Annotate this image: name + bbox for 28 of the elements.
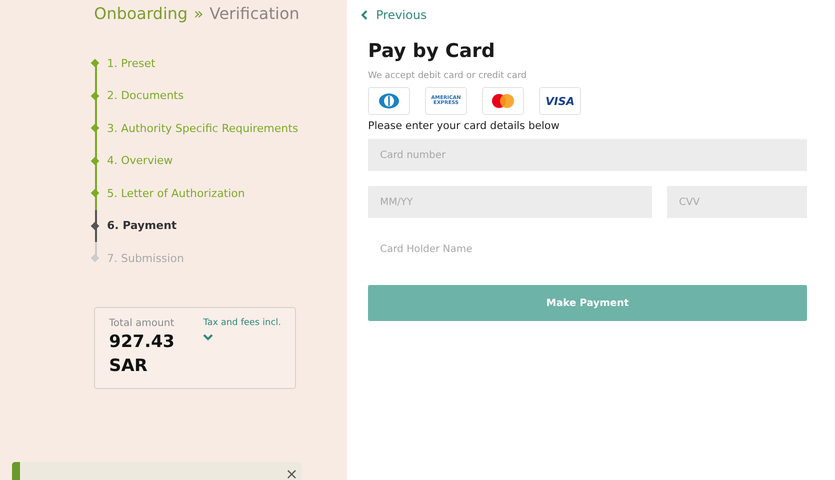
chevron-left-icon [361,10,368,20]
subtitle: We accept debit card or credit card [368,71,528,81]
currency-label: SAR [109,354,148,377]
step-label: 4. Overview [107,154,173,168]
input-field[interactable]: Card number [368,139,807,171]
step-label: 1. Preset [107,56,156,70]
page-title: Pay by Card [368,40,496,62]
breadcrumb-separator: » [194,4,204,23]
close-button[interactable]: × [285,465,298,480]
card-brand-icon [482,87,524,115]
step-label: 6. Payment [107,219,177,232]
input-field[interactable]: CVV [667,186,807,218]
step-label: 7. Submission [107,252,184,265]
card-brand-icon [368,87,410,115]
input-field[interactable]: MM/YY [368,186,652,218]
card-brand-logo: VISA [539,87,581,115]
amount-value: 927.43 [109,330,175,353]
step-label: 5. Letter of Authorization [107,186,245,200]
step-label: 2. Documents [107,89,184,102]
breadcrumb-link[interactable]: Onboarding [94,4,188,23]
make-payment-button[interactable]: Make Payment [368,285,807,321]
chevron-icon[interactable] [203,334,214,340]
previous-link[interactable]: Previous [361,8,427,22]
step-label: 3. Authority Specific Requirements [107,122,298,135]
breadcrumb-current: Verification [209,4,300,23]
tax-note: Tax and fees incl. [203,318,281,328]
total-label: Total amount [109,318,175,328]
instructions-text: Please enter your card details below [368,120,560,132]
